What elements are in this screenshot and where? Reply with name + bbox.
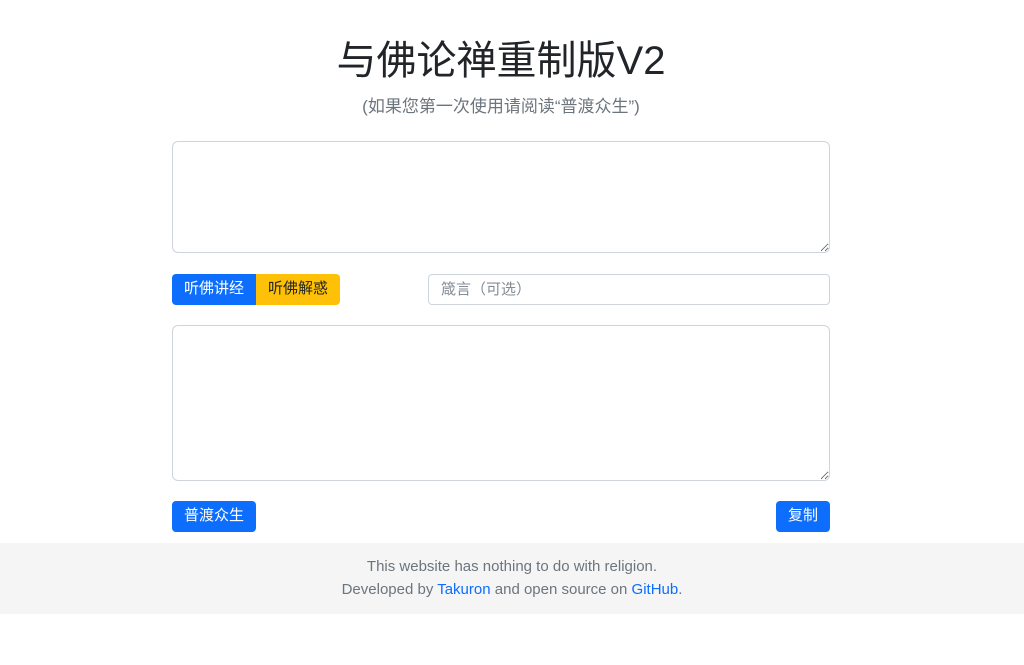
page-title: 与佛论禅重制版V2 [172,38,830,84]
footer-credit-middle: and open source on [491,581,632,598]
explain-button[interactable]: 听佛解惑 [256,274,340,305]
footer-credit-prefix: Developed by [342,581,438,598]
encode-button[interactable]: 普渡众生 [172,501,256,532]
copy-button[interactable]: 复制 [776,501,830,532]
footer-credit-suffix: . [678,581,682,598]
mode-button-group: 听佛讲经 听佛解惑 [172,274,340,305]
source-text-input[interactable] [172,141,830,253]
github-link[interactable]: GitHub [632,581,679,598]
footer-credit: Developed by Takuron and open source on … [0,578,1024,601]
page-subtitle: (如果您第一次使用请阅读“普渡众生”) [172,92,830,117]
result-text-output[interactable] [172,325,830,481]
action-row: 普渡众生 复制 [172,501,830,532]
author-link[interactable]: Takuron [437,581,490,598]
main-container: 与佛论禅重制版V2 (如果您第一次使用请阅读“普渡众生”) 听佛讲经 听佛解惑 … [172,38,830,532]
footer-disclaimer: This website has nothing to do with reli… [0,555,1024,578]
motto-input[interactable] [428,274,830,305]
mode-row: 听佛讲经 听佛解惑 [172,274,830,305]
decode-button[interactable]: 听佛讲经 [172,274,256,305]
page-footer: This website has nothing to do with reli… [0,543,1024,615]
